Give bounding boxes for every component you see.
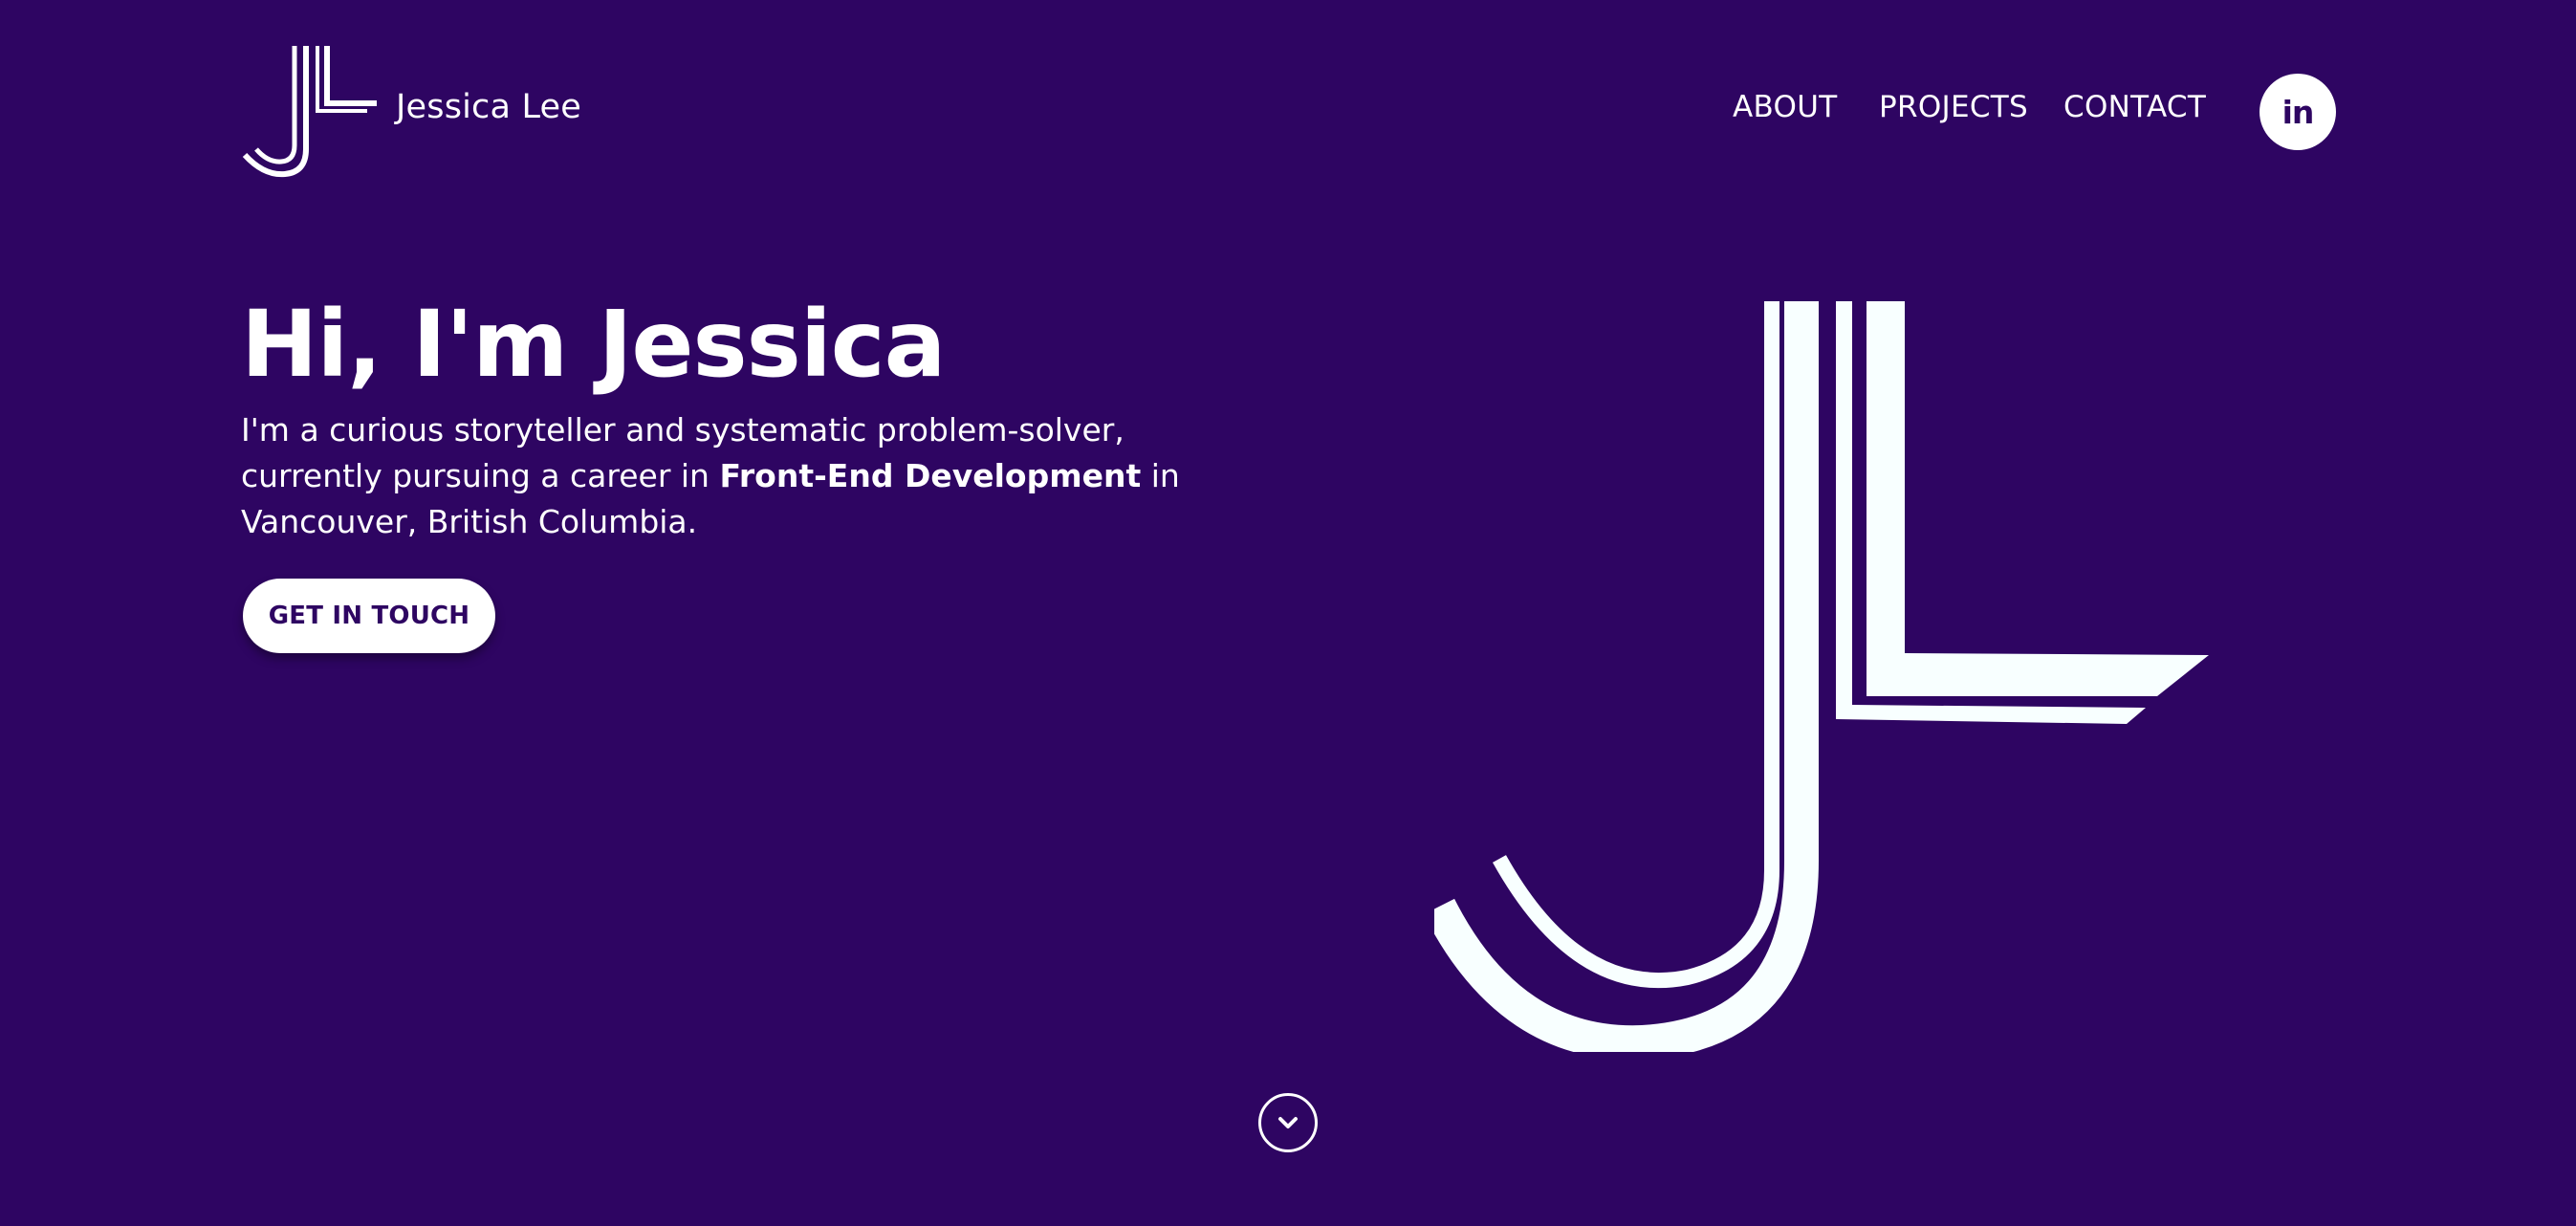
brand-home-link[interactable]: Jessica Lee bbox=[241, 42, 581, 182]
linkedin-icon: in bbox=[2281, 93, 2315, 131]
hero-intro-highlight: Front-End Development bbox=[719, 457, 1142, 494]
brand-name: Jessica Lee bbox=[396, 88, 582, 126]
page: Jessica Lee ABOUT PROJECTS CONTACT in Hi… bbox=[0, 0, 2576, 1226]
get-in-touch-button[interactable]: GET IN TOUCH bbox=[243, 579, 495, 653]
nav-item-about[interactable]: ABOUT bbox=[1733, 84, 1837, 130]
nav-item-projects[interactable]: PROJECTS bbox=[1879, 84, 2028, 130]
hero-title: Hi, I'm Jessica bbox=[241, 291, 946, 398]
hero-intro: I'm a curious storyteller and systematic… bbox=[241, 407, 1274, 545]
jl-monogram-icon bbox=[242, 46, 377, 178]
nav-item-contact[interactable]: CONTACT bbox=[2063, 84, 2206, 130]
linkedin-button[interactable]: in bbox=[2259, 74, 2336, 150]
jl-monogram-icon bbox=[1434, 301, 2209, 1052]
scroll-down-button[interactable] bbox=[1258, 1093, 1318, 1152]
chevron-down-icon bbox=[1278, 1117, 1298, 1128]
